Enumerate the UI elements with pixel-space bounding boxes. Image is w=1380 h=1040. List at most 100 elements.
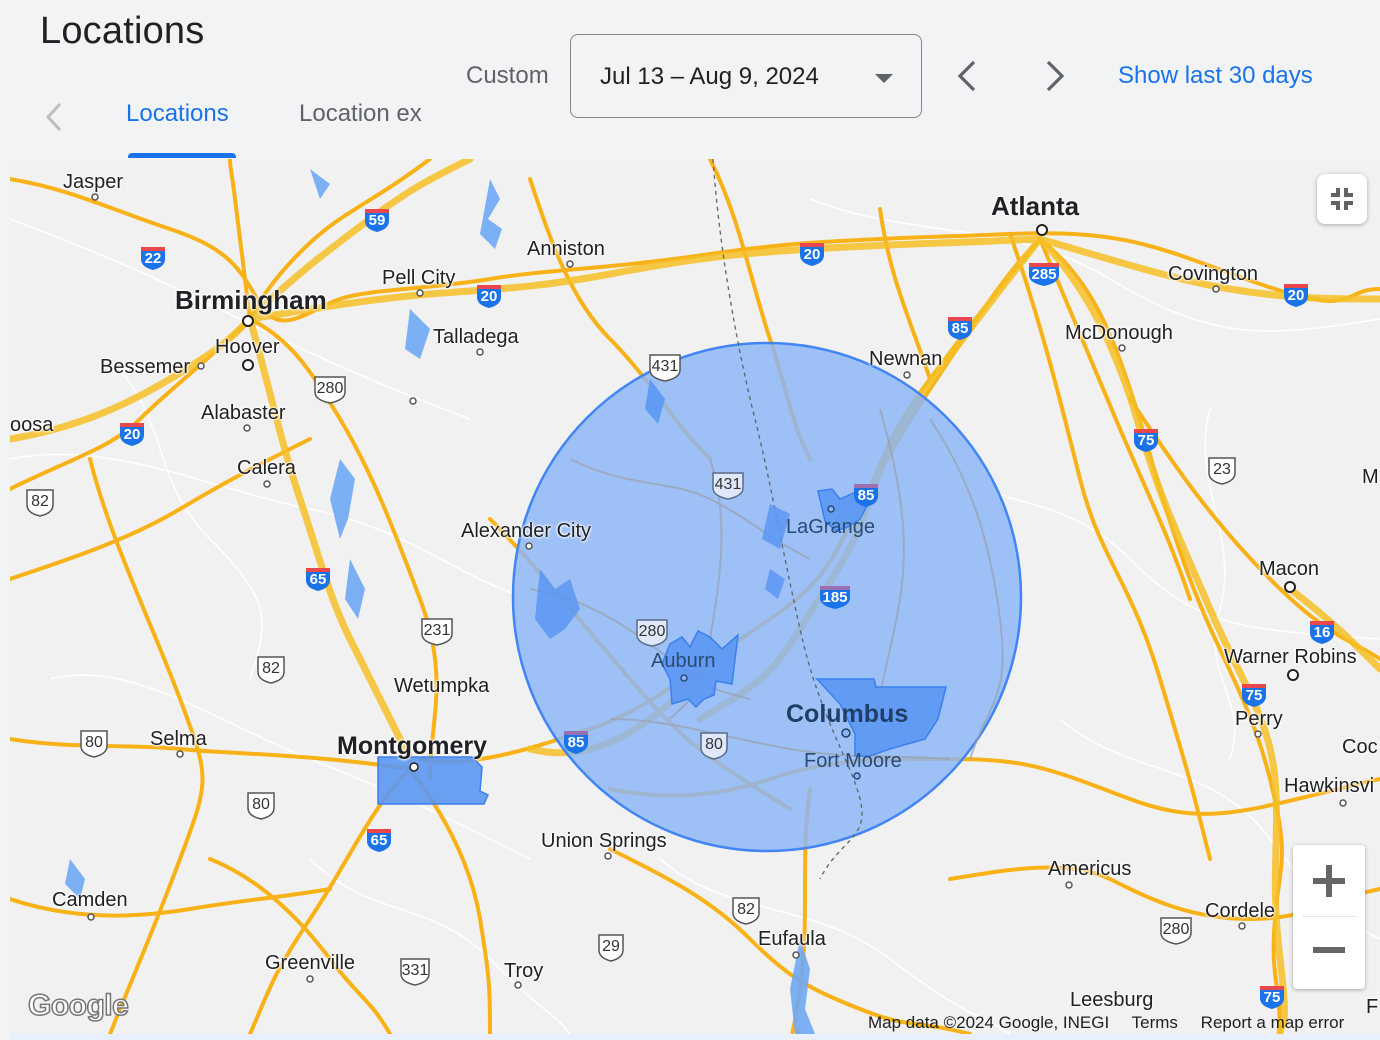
plus-icon <box>1313 865 1345 897</box>
show-last-30-days-link[interactable]: Show last 30 days <box>1118 62 1313 90</box>
city-label: Alexander City <box>461 520 592 542</box>
city-label: Macon <box>1259 558 1320 580</box>
us-highway-shield: 280 <box>634 617 670 647</box>
interstate-shield: 75 <box>1240 682 1268 708</box>
chevron-left-icon <box>957 60 976 92</box>
city-label: oosa <box>10 414 54 436</box>
interstate-shield: 65 <box>304 566 332 592</box>
us-highway-shield: 80 <box>78 728 110 758</box>
minus-icon <box>1313 947 1345 953</box>
dropdown-caret-icon <box>875 74 893 83</box>
terms-link[interactable]: Terms <box>1132 1013 1178 1032</box>
interstate-shield: 16 <box>1308 619 1336 645</box>
chevron-left-icon <box>45 102 62 132</box>
city-label: Columbus <box>786 700 909 728</box>
google-logo: Google <box>27 988 129 1023</box>
map-data-attribution: Map data ©2024 Google, INEGI <box>868 1013 1110 1032</box>
montgomery-area <box>377 756 489 805</box>
city-label: Cordele <box>1205 900 1276 922</box>
city-label: Newnan <box>869 348 943 370</box>
date-range-select[interactable]: Jul 13 – Aug 9, 2024 <box>570 34 922 118</box>
interstate-shield: 59 <box>363 207 391 233</box>
city-label: Anniston <box>527 238 605 260</box>
us-highway-shield: 280 <box>1158 915 1194 945</box>
page-title: Locations <box>40 10 205 52</box>
city-label: Hoover <box>215 336 280 358</box>
interstate-shield: 185 <box>818 584 852 610</box>
us-highway-shield: 431 <box>647 352 683 382</box>
us-highway-shield: 80 <box>698 730 730 760</box>
map-view[interactable]: 59 22 20 20 20 20 285 85 85 185 65 65 75… <box>10 159 1380 1034</box>
city-label: Leesburg <box>1070 989 1154 1011</box>
city-label: Perry <box>1235 708 1283 730</box>
us-highway-shield: 431 <box>710 470 746 500</box>
tab-active-indicator <box>128 153 236 158</box>
us-highway-shield: 280 <box>312 374 348 404</box>
interstate-shield: 75 <box>1132 427 1160 453</box>
city-label: M <box>1362 466 1379 488</box>
us-highway-shield: 331 <box>398 956 432 986</box>
city-label: Covington <box>1168 263 1259 285</box>
city-label: Troy <box>504 960 544 982</box>
interstate-shield: 20 <box>118 421 146 447</box>
city-label: Montgomery <box>337 732 487 760</box>
interstate-shield: 85 <box>562 729 590 755</box>
interstate-shield: 285 <box>1027 261 1061 287</box>
city-label: Birmingham <box>175 285 327 315</box>
city-label: Selma <box>150 728 207 750</box>
us-highway-shield: 82 <box>255 654 287 684</box>
city-label: Hawkinsvi <box>1284 775 1375 797</box>
zoom-out-button[interactable] <box>1293 917 1365 988</box>
period-label: Custom <box>466 62 549 89</box>
us-highway-shield: 29 <box>596 932 626 962</box>
previous-period-button[interactable] <box>952 58 984 94</box>
city-label: Fort Moore <box>804 750 902 772</box>
city-label: Jasper <box>63 171 124 193</box>
tab-locations[interactable]: Locations <box>126 100 229 128</box>
city-label: Pell City <box>382 267 456 289</box>
city-label: Greenville <box>265 952 356 974</box>
interstate-shield: 65 <box>365 827 393 853</box>
interstate-shield: 20 <box>1282 282 1310 308</box>
us-highway-shield: 82 <box>730 895 762 925</box>
interstate-shield: 85 <box>946 315 974 341</box>
city-label: Coc <box>1342 736 1378 758</box>
us-highway-shield: 231 <box>419 616 455 646</box>
city-label: Atlanta <box>991 191 1080 221</box>
city-label: LaGrange <box>786 516 875 538</box>
tab-location-ex[interactable]: Location ex <box>299 100 422 128</box>
interstate-shield: 85 <box>852 482 880 508</box>
us-highway-shield: 82 <box>24 487 56 517</box>
city-label: Bessemer <box>100 356 191 378</box>
city-label: F <box>1366 996 1379 1018</box>
city-label: Alabaster <box>201 402 286 424</box>
radius-circle <box>511 341 1023 853</box>
city-label: Camden <box>52 889 128 911</box>
tabs-scroll-left-button[interactable] <box>40 100 68 134</box>
next-period-button[interactable] <box>1038 58 1070 94</box>
us-highway-shield: 80 <box>245 790 277 820</box>
city-label: Warner Robins <box>1224 646 1357 668</box>
interstate-shield: 22 <box>139 245 167 271</box>
fullscreen-exit-icon <box>1331 188 1353 210</box>
city-label: Calera <box>237 457 296 479</box>
city-label: Union Springs <box>541 830 667 852</box>
us-highway-shield: 23 <box>1206 455 1238 485</box>
interstate-shield: 20 <box>475 283 503 309</box>
interstate-shield: 20 <box>798 241 826 267</box>
bottom-strip <box>10 1034 1380 1040</box>
city-label: Auburn <box>651 650 716 672</box>
interstate-shield: 75 <box>1258 984 1286 1010</box>
chevron-right-icon <box>1046 60 1065 92</box>
zoom-in-button[interactable] <box>1293 845 1365 916</box>
city-label: Eufaula <box>758 928 826 950</box>
map-attribution: Map data ©2024 Google, INEGI Terms Repor… <box>868 1013 1344 1034</box>
date-range-value: Jul 13 – Aug 9, 2024 <box>600 63 819 90</box>
exit-fullscreen-button[interactable] <box>1317 174 1367 224</box>
city-label: Americus <box>1048 858 1132 880</box>
report-map-error-link[interactable]: Report a map error <box>1201 1013 1345 1032</box>
city-label: Talladega <box>433 326 519 348</box>
zoom-controls <box>1293 845 1365 989</box>
city-label: Wetumpka <box>394 675 490 697</box>
city-label: McDonough <box>1065 322 1173 344</box>
